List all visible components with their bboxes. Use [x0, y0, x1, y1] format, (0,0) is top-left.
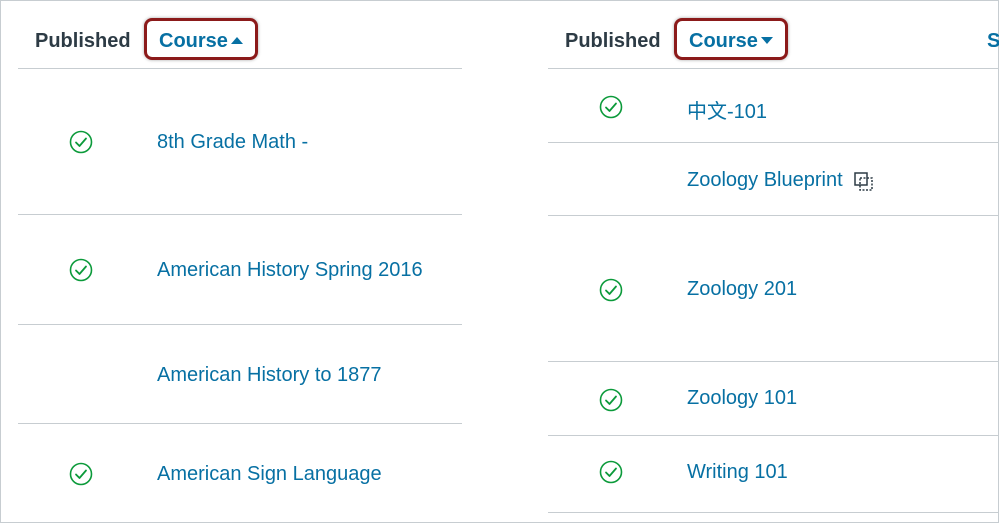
check-circle-icon [599, 278, 623, 302]
course-link[interactable]: 8th Grade Math - [157, 131, 308, 154]
published-column-header: Published [565, 30, 661, 52]
course-link[interactable]: American History to 1877 [157, 364, 382, 387]
table-header: Published Course S [548, 0, 999, 69]
check-circle-icon [69, 258, 93, 282]
table-row: Zoology Blueprint [548, 143, 999, 216]
course-link[interactable]: Zoology 101 [687, 387, 797, 410]
table-row: 8th Grade Math - [18, 69, 462, 215]
table-row: American Sign Language [18, 424, 462, 523]
next-column-header[interactable]: S [987, 30, 999, 53]
table-row: American History Spring 2016 [18, 215, 462, 325]
table-row: American History to 1877 [18, 325, 462, 424]
course-link[interactable]: Zoology 201 [687, 278, 797, 301]
check-circle-icon [69, 130, 93, 154]
course-link[interactable]: 中文-101 [687, 95, 767, 124]
courses-table-descending: Published Course S 中文-101 Zoology Bluepr… [548, 0, 999, 523]
table-row: 中文-101 [548, 69, 999, 143]
check-circle-icon [599, 388, 623, 412]
course-column-header: Course [689, 30, 758, 52]
course-link[interactable]: Zoology Blueprint [687, 169, 843, 192]
check-circle-icon [599, 460, 623, 484]
courses-table-ascending: Published Course 8th Grade Math - Americ… [18, 0, 462, 523]
check-circle-icon [69, 462, 93, 486]
table-row: Zoology 101 [548, 362, 999, 436]
course-link[interactable]: American Sign Language [157, 463, 382, 486]
course-link[interactable]: Writing 101 [687, 461, 788, 484]
course-sort-button[interactable]: Course [674, 18, 788, 60]
course-column-header: Course [159, 30, 228, 52]
caret-down-icon [761, 37, 773, 44]
table-row: Writing 101 [548, 436, 999, 513]
table-header: Published Course [18, 0, 462, 69]
course-sort-button[interactable]: Course [144, 18, 258, 60]
caret-up-icon [231, 37, 243, 44]
published-column-header: Published [35, 30, 131, 52]
check-circle-icon [599, 95, 623, 119]
course-link[interactable]: American History Spring 2016 [157, 259, 423, 282]
blueprint-icon [854, 172, 873, 191]
table-row: Zoology 201 [548, 216, 999, 362]
